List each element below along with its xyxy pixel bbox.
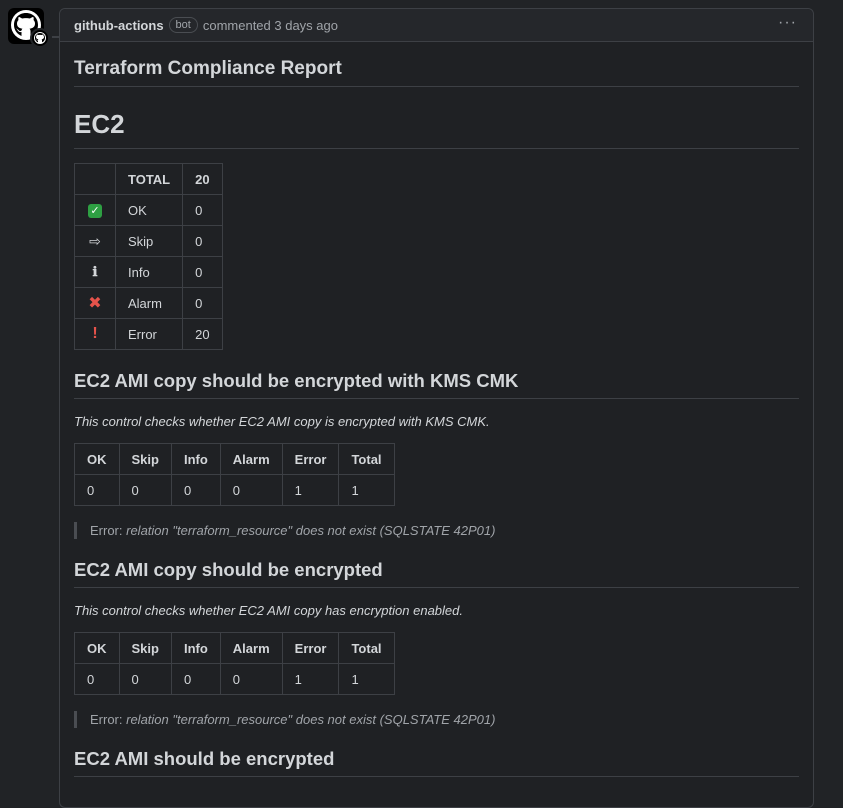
column-header: Total	[338, 443, 395, 475]
table-row: TOTAL 20	[74, 163, 223, 195]
control-description: This control checks whether EC2 AMI copy…	[74, 603, 463, 618]
summary-value: 0	[182, 225, 223, 257]
error-message: relation "terraform_resource" does not e…	[126, 523, 496, 538]
app-badge	[30, 28, 50, 48]
column-header: Error	[281, 632, 340, 664]
table-row: ✓ OK 0	[74, 194, 223, 226]
error-blockquote: Error: relation "terraform_resource" doe…	[74, 711, 799, 728]
table-cell: 0	[118, 474, 172, 506]
control-title: EC2 AMI copy should be encrypted	[74, 559, 799, 588]
table-row: ✖ Alarm 0	[74, 287, 223, 319]
control-results-table: OK Skip Info Alarm Error Total 0 0 0 0 1…	[74, 443, 395, 506]
table-row: ℹ Info 0	[74, 256, 223, 288]
table-row: OK Skip Info Alarm Error Total	[74, 443, 395, 475]
summary-header-total-label: TOTAL	[114, 163, 184, 195]
summary-table: TOTAL 20 ✓ OK 0 ⇨ Skip 0 ℹ Info 0 ✖ Alar…	[74, 163, 223, 350]
table-cell: 0	[170, 663, 221, 695]
table-cell: 0	[219, 474, 283, 506]
table-cell: 0	[118, 663, 172, 695]
control-results-table: OK Skip Info Alarm Error Total 0 0 0 0 1…	[74, 632, 395, 695]
table-cell: 1	[281, 663, 340, 695]
bot-badge: bot	[168, 17, 198, 33]
summary-value: 0	[182, 256, 223, 288]
table-row: OK Skip Info Alarm Error Total	[74, 632, 395, 664]
summary-label: Info	[114, 256, 184, 288]
table-cell: 0	[74, 663, 120, 695]
column-header: Skip	[118, 443, 172, 475]
table-row: 0 0 0 0 1 1	[74, 663, 395, 695]
table-row: ⇨ Skip 0	[74, 225, 223, 257]
report-title: Terraform Compliance Report	[74, 58, 799, 87]
column-header: Info	[170, 443, 221, 475]
error-label: Error:	[90, 523, 127, 538]
control-description: This control checks whether EC2 AMI copy…	[74, 414, 490, 429]
table-cell: 0	[219, 663, 283, 695]
summary-label: Skip	[114, 225, 184, 257]
table-row: 0 0 0 0 1 1	[74, 474, 395, 506]
section-title: EC2	[74, 109, 799, 149]
table-cell: 1	[338, 663, 395, 695]
column-header: Alarm	[219, 632, 283, 664]
table-cell: 1	[338, 474, 395, 506]
summary-value: 20	[182, 318, 223, 350]
kebab-menu-icon[interactable]: ···	[778, 14, 797, 32]
comment-body: Terraform Compliance Report EC2 TOTAL 20…	[60, 58, 813, 777]
table-cell: 0	[170, 474, 221, 506]
summary-header-blank	[74, 163, 116, 195]
exclamation-icon: !	[92, 325, 98, 342]
comment-timestamp[interactable]: commented 3 days ago	[203, 18, 338, 33]
author-link[interactable]: github-actions	[74, 18, 164, 33]
skip-arrow-icon: ⇨	[89, 232, 101, 249]
info-icon: ℹ	[92, 265, 98, 280]
table-row: ! Error 20	[74, 318, 223, 350]
error-label: Error:	[90, 712, 127, 727]
github-badge-icon	[34, 32, 46, 44]
column-header: Total	[338, 632, 395, 664]
summary-value: 0	[182, 194, 223, 226]
summary-label: OK	[114, 194, 184, 226]
cross-mark-icon: ✖	[88, 295, 102, 312]
check-mark-icon: ✓	[88, 204, 102, 218]
comment-card: github-actions bot commented 3 days ago …	[59, 8, 814, 808]
summary-value: 0	[182, 287, 223, 319]
column-header: Alarm	[219, 443, 283, 475]
comment-header: github-actions bot commented 3 days ago …	[60, 9, 813, 42]
table-cell: 0	[74, 474, 120, 506]
column-header: Skip	[118, 632, 172, 664]
column-header: Info	[170, 632, 221, 664]
column-header: OK	[74, 443, 120, 475]
column-header: Error	[281, 443, 340, 475]
summary-label: Alarm	[114, 287, 184, 319]
control-title: EC2 AMI copy should be encrypted with KM…	[74, 370, 799, 399]
table-cell: 1	[281, 474, 340, 506]
error-blockquote: Error: relation "terraform_resource" doe…	[74, 522, 799, 539]
error-message: relation "terraform_resource" does not e…	[126, 712, 496, 727]
summary-header-total-value: 20	[182, 163, 223, 195]
control-title: EC2 AMI should be encrypted	[74, 748, 799, 777]
avatar[interactable]	[8, 8, 50, 48]
summary-label: Error	[114, 318, 184, 350]
column-header: OK	[74, 632, 120, 664]
